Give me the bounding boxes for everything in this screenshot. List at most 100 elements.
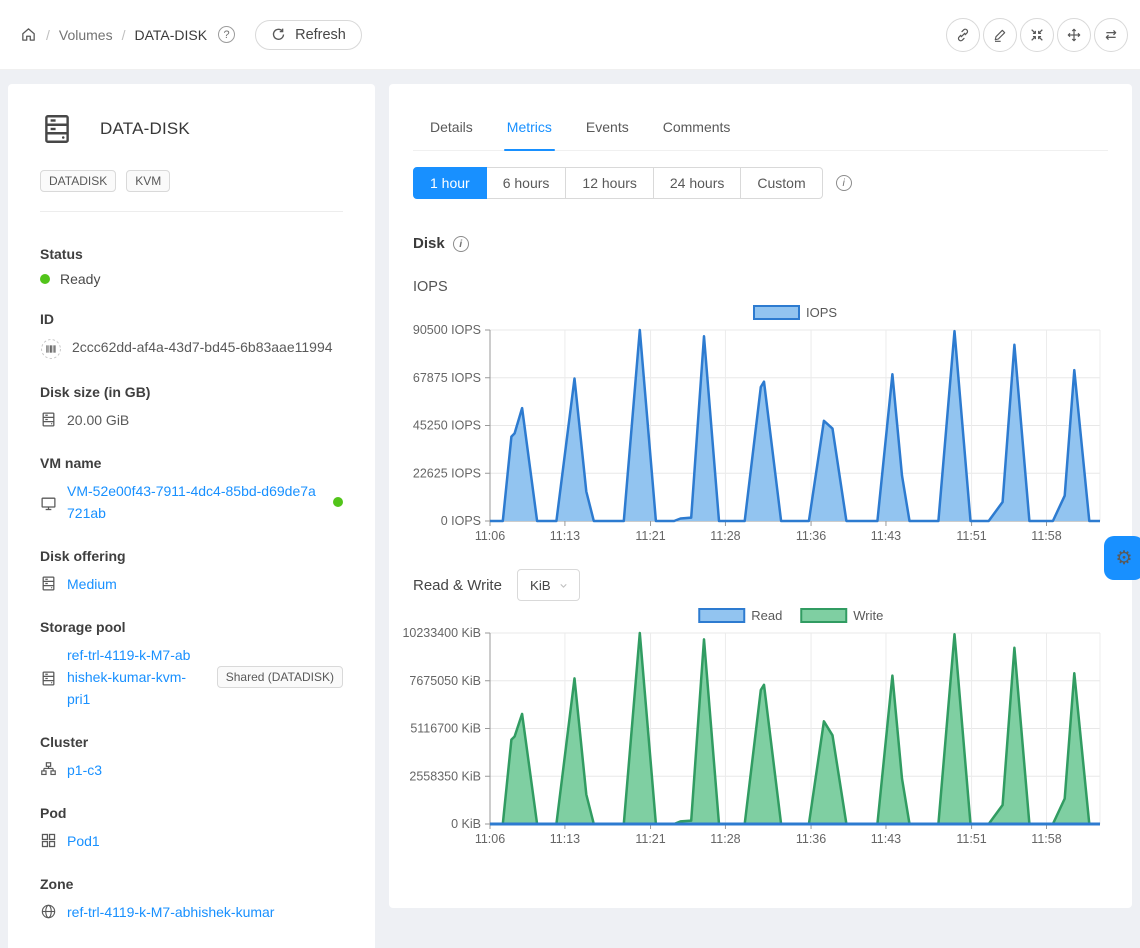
svg-text:7675050 KiB: 7675050 KiB: [409, 674, 481, 688]
iops-chart: 0 IOPS 22625 IOPS 45250 IOPS 67875 IOPS 9050…: [413, 300, 1108, 548]
field-status: Status Ready: [40, 244, 343, 287]
resource-info-card: DATA-DISK DATADISK KVM Status Ready ID 2…: [8, 84, 375, 948]
time-range-row: 1 hour 6 hours 12 hours 24 hours Custom …: [413, 167, 1108, 199]
cluster-link[interactable]: p1-c3: [67, 759, 102, 781]
field-pod: Pod Pod1: [40, 803, 343, 852]
svg-text:11:58: 11:58: [1031, 529, 1061, 543]
cluster-icon: [40, 761, 57, 778]
breadcrumb-current: DATA-DISK: [134, 27, 207, 43]
svg-text:0 IOPS: 0 IOPS: [441, 514, 481, 528]
breadcrumb-volumes[interactable]: Volumes: [59, 27, 113, 43]
tag-row: DATADISK KVM: [40, 170, 343, 192]
gear-icon: ⚙: [1115, 547, 1132, 570]
svg-text:11:28: 11:28: [710, 529, 740, 543]
field-label: Storage pool: [40, 617, 343, 637]
shrink-icon: [1029, 27, 1045, 43]
tab-comments[interactable]: Comments: [646, 104, 748, 150]
disk-section-label: Disk: [413, 234, 445, 254]
help-icon[interactable]: ?: [218, 26, 235, 43]
divider: [40, 211, 343, 212]
svg-text:5116700 KiB: 5116700 KiB: [410, 722, 481, 736]
svg-text:11:36: 11:36: [796, 832, 826, 846]
resource-header: DATA-DISK: [40, 110, 343, 148]
move-icon: [1066, 27, 1082, 43]
tab-events[interactable]: Events: [569, 104, 646, 150]
home-icon[interactable]: [20, 26, 37, 43]
copy-link-button[interactable]: [946, 18, 980, 52]
range-12-hours[interactable]: 12 hours: [566, 167, 653, 199]
refresh-button[interactable]: Refresh: [255, 20, 362, 50]
pod-link[interactable]: Pod1: [67, 830, 100, 852]
edit-icon: [992, 27, 1008, 43]
field-cluster: Cluster p1-c3: [40, 732, 343, 781]
field-label: ID: [40, 309, 343, 329]
range-custom[interactable]: Custom: [741, 167, 822, 199]
info-icon[interactable]: i: [836, 175, 852, 191]
info-icon[interactable]: i: [453, 236, 469, 252]
volume-icon: [40, 110, 74, 148]
settings-drawer-button[interactable]: ⚙: [1104, 536, 1140, 580]
migrate-volume-button[interactable]: [1057, 18, 1091, 52]
vm-status-dot: [333, 497, 343, 507]
field-zone: Zone ref-trl-4119-k-M7-abhishek-kumar: [40, 874, 343, 923]
svg-text:90500 IOPS: 90500 IOPS: [413, 323, 481, 337]
svg-text:11:13: 11:13: [550, 529, 580, 543]
desktop-icon: [40, 495, 57, 512]
svg-text:11:51: 11:51: [956, 832, 986, 846]
status-dot: [40, 274, 50, 284]
disk-size-value: 20.00 GiB: [67, 409, 129, 431]
svg-text:45250 IOPS: 45250 IOPS: [413, 419, 481, 433]
readwrite-header: Read & Write KiB: [413, 569, 1108, 601]
zone-link[interactable]: ref-trl-4119-k-M7-abhishek-kumar: [67, 901, 274, 923]
range-1-hour[interactable]: 1 hour: [413, 167, 487, 199]
breadcrumb-separator: /: [46, 27, 50, 43]
disk-section-title: Disk i: [413, 234, 1108, 254]
breadcrumb-separator: /: [122, 27, 126, 43]
tab-bar: Details Metrics Events Comments: [413, 104, 1108, 151]
readwrite-title: Read & Write: [413, 577, 502, 594]
detail-card: Details Metrics Events Comments 1 hour 6…: [389, 84, 1132, 908]
field-label: VM name: [40, 453, 343, 473]
svg-text:10233400 KiB: 10233400 KiB: [402, 626, 481, 640]
svg-text:11:21: 11:21: [635, 529, 665, 543]
attach-detach-button[interactable]: [1094, 18, 1128, 52]
svg-text:67875 IOPS: 67875 IOPS: [413, 371, 481, 385]
svg-text:11:58: 11:58: [1031, 832, 1061, 846]
unit-select[interactable]: KiB: [517, 569, 580, 601]
refresh-label: Refresh: [295, 27, 346, 43]
svg-text:2558350 KiB: 2558350 KiB: [409, 769, 481, 783]
svg-text:11:43: 11:43: [871, 529, 901, 543]
tab-details[interactable]: Details: [413, 104, 490, 150]
tab-metrics[interactable]: Metrics: [490, 104, 569, 150]
link-icon: [955, 27, 971, 43]
tag-kvm: KVM: [126, 170, 170, 192]
reload-icon: [271, 27, 286, 42]
id-value: 2ccc62dd-af4a-43d7-bd45-6b83aae11994: [72, 336, 333, 358]
header-actions: [946, 18, 1128, 52]
swap-icon: [1103, 27, 1119, 43]
svg-text:11:21: 11:21: [635, 832, 665, 846]
svg-text:0 KiB: 0 KiB: [451, 817, 481, 831]
hdd-icon: [40, 670, 57, 687]
barcode-icon: [40, 338, 62, 360]
hdd-icon: [40, 575, 57, 592]
field-disk-size: Disk size (in GB) 20.00 GiB: [40, 382, 343, 431]
breadcrumb: / Volumes / DATA-DISK ?: [20, 26, 235, 43]
resize-volume-button[interactable]: [1020, 18, 1054, 52]
vm-name-link[interactable]: VM-52e00f43-7911-4dc4-85bd-d69de7a721ab: [67, 480, 323, 524]
svg-text:11:36: 11:36: [796, 529, 826, 543]
range-6-hours[interactable]: 6 hours: [487, 167, 567, 199]
field-label: Status: [40, 244, 343, 264]
appstore-icon: [40, 832, 57, 849]
disk-offering-link[interactable]: Medium: [67, 573, 117, 595]
globe-icon: [40, 903, 57, 920]
svg-text:22625 IOPS: 22625 IOPS: [413, 466, 481, 480]
edit-button[interactable]: [983, 18, 1017, 52]
svg-text:Write: Write: [853, 608, 883, 623]
time-range-group: 1 hour 6 hours 12 hours 24 hours Custom: [413, 167, 823, 199]
storage-pool-link[interactable]: ref-trl-4119-k-M7-abhishek-kumar-kvm-pri…: [67, 644, 193, 710]
tag-datadisk: DATADISK: [40, 170, 116, 192]
status-value: Ready: [40, 271, 343, 287]
svg-text:IOPS: IOPS: [806, 305, 837, 320]
range-24-hours[interactable]: 24 hours: [654, 167, 741, 199]
